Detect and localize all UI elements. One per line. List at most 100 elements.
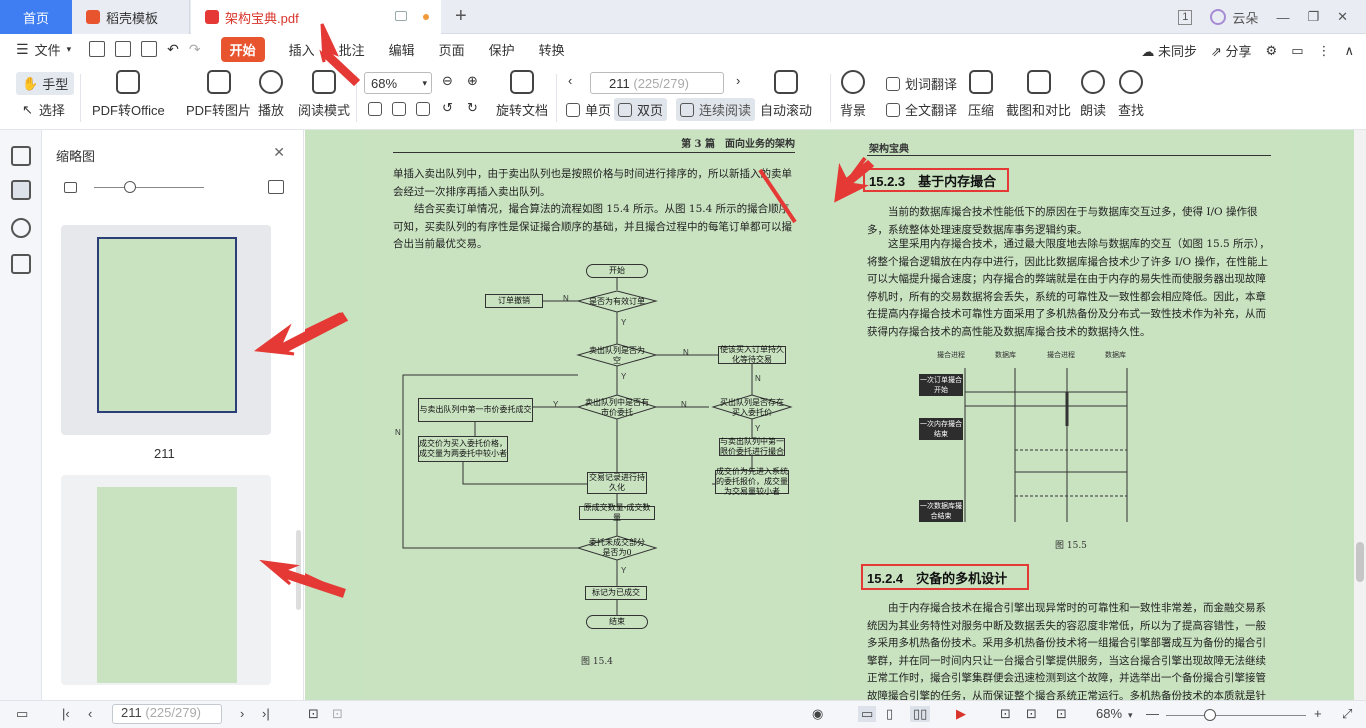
back-icon[interactable]: ⊡ xyxy=(308,706,319,722)
rotate-right-icon[interactable]: ↻ xyxy=(467,100,478,116)
find-button[interactable]: 查找 xyxy=(1118,70,1144,119)
select-tool-button[interactable]: ↖ 选择 xyxy=(22,100,65,119)
background-button[interactable]: 背景 xyxy=(840,70,866,119)
single-page-view-icon[interactable]: ▭ xyxy=(858,706,877,722)
zoom-in-button[interactable]: ⊕ xyxy=(467,73,478,89)
rotate-left-icon[interactable]: ↺ xyxy=(442,100,453,116)
auto-scroll-button[interactable]: 自动滚动 xyxy=(760,70,812,119)
read-mode-button[interactable]: 阅读模式 xyxy=(298,70,350,119)
slider-handle[interactable] xyxy=(124,181,136,193)
small-thumbnail-icon[interactable] xyxy=(64,182,77,193)
tab-active-document[interactable]: 架构宝典.pdf xyxy=(191,0,441,34)
first-page-icon[interactable]: |‹ xyxy=(62,706,70,721)
menu-convert[interactable]: 转换 xyxy=(539,40,565,59)
pdf-to-office-button[interactable]: PDF转Office xyxy=(92,70,165,119)
continuous-read-button[interactable]: 连续阅读 xyxy=(676,98,756,121)
tab-home[interactable]: 首页 xyxy=(0,0,72,34)
new-tab-button[interactable]: + xyxy=(455,4,467,28)
prev-page-button[interactable]: ‹ xyxy=(568,73,572,88)
play-slideshow-icon[interactable]: ▶ xyxy=(956,706,966,722)
menu-page[interactable]: 页面 xyxy=(439,40,465,59)
status-zoom-value[interactable]: 68% xyxy=(1096,706,1122,721)
left-icon-sidebar xyxy=(0,130,42,700)
close-window-icon[interactable]: ✕ xyxy=(1337,9,1348,25)
attachment-icon[interactable] xyxy=(11,218,31,238)
document-view[interactable]: 第 3 篇 面向业务的架构 单插入卖出队列中，由于卖出队列也是按照价格与时间进行… xyxy=(305,130,1354,700)
zoom-slider-handle[interactable] xyxy=(1204,709,1216,721)
single-label: 单页 xyxy=(585,103,612,118)
fit-width-status-icon[interactable]: ⊡ xyxy=(1056,706,1067,722)
thumbnail-page-212[interactable] xyxy=(61,475,271,685)
menu-protect[interactable]: 保护 xyxy=(489,40,515,59)
read-aloud-button[interactable]: 朗读 xyxy=(1080,70,1106,119)
prev-page-icon[interactable]: ‹ xyxy=(88,706,92,721)
signature-icon[interactable] xyxy=(11,254,31,274)
page-input[interactable]: 211 (225/279) xyxy=(590,72,724,94)
actual-size-icon[interactable] xyxy=(368,102,387,116)
tab-template[interactable]: 稻壳模板 xyxy=(72,0,190,34)
zoom-out-button[interactable]: ⊖ xyxy=(442,73,453,89)
more-icon[interactable]: ⋮ xyxy=(1317,43,1330,59)
single-page-button[interactable]: 单页 xyxy=(566,100,611,119)
fit-page-icon[interactable] xyxy=(392,102,411,116)
restore-icon[interactable]: ❐ xyxy=(1307,9,1319,25)
fit-page-status-icon[interactable]: ⊡ xyxy=(1026,706,1037,722)
bookmark-icon[interactable] xyxy=(11,146,31,166)
thumbnail-icon[interactable] xyxy=(11,180,31,200)
sync-status[interactable]: ☁ 未同步 xyxy=(1141,41,1197,60)
book-view-icon[interactable]: ▯▯ xyxy=(910,706,931,722)
menu-file[interactable]: 文件 xyxy=(35,40,61,59)
last-page-icon[interactable]: ›| xyxy=(262,706,270,721)
fit-width-icon[interactable] xyxy=(416,102,435,116)
user-avatar[interactable]: 云朵 xyxy=(1210,8,1258,27)
play-button[interactable]: 播放 xyxy=(258,70,284,119)
minimize-icon[interactable]: — xyxy=(1276,10,1289,25)
menu-edit[interactable]: 编辑 xyxy=(389,40,415,59)
collapse-ribbon-icon[interactable]: ∧ xyxy=(1344,43,1354,59)
compress-button[interactable]: 压缩 xyxy=(968,70,994,119)
undo-icon[interactable]: ↶ xyxy=(167,41,179,58)
hamburger-icon[interactable]: ☰ xyxy=(16,41,29,58)
next-page-icon[interactable]: › xyxy=(240,706,244,721)
redo-icon[interactable]: ↷ xyxy=(189,41,201,58)
thumbnail-size-slider[interactable] xyxy=(94,187,204,188)
large-thumbnail-icon[interactable] xyxy=(268,180,284,194)
zoom-select[interactable]: 68% ▾ xyxy=(364,72,432,94)
full-translate-button[interactable]: 全文翻译 xyxy=(886,100,957,119)
print-icon[interactable] xyxy=(141,41,158,57)
status-page-input[interactable]: 211 (225/279) xyxy=(112,704,222,724)
fullscreen-icon[interactable]: ⤢ xyxy=(1342,706,1352,722)
open-folder-icon[interactable] xyxy=(89,41,106,57)
next-page-button[interactable]: › xyxy=(736,73,740,88)
scroll-thumb[interactable] xyxy=(1356,542,1364,582)
tab-window-icon[interactable] xyxy=(395,11,407,21)
thumbnail-scrollbar[interactable] xyxy=(296,530,301,610)
vertical-scrollbar[interactable] xyxy=(1354,130,1366,700)
hand-tool-button[interactable]: ✋ 手型 xyxy=(16,72,75,95)
zoom-slider[interactable] xyxy=(1166,715,1306,716)
window-count-badge[interactable]: 1 xyxy=(1178,9,1193,25)
word-translate-button[interactable]: 划词翻译 xyxy=(886,74,957,93)
menu-start[interactable]: 开始 xyxy=(220,36,265,62)
feedback-icon[interactable]: ▭ xyxy=(1291,43,1303,59)
double-page-button[interactable]: 双页 xyxy=(614,98,668,121)
actual-size-status-icon[interactable]: ⊡ xyxy=(1000,706,1011,722)
sidebar-toggle-icon[interactable]: ▭ xyxy=(16,706,28,722)
menu-annotate[interactable]: 批注 xyxy=(339,40,365,59)
share-button[interactable]: ⇗ 分享 xyxy=(1211,41,1252,60)
screenshot-compare-button[interactable]: 截图和对比 xyxy=(1006,70,1071,119)
settings-icon[interactable]: ⚙ xyxy=(1266,43,1278,59)
forward-icon[interactable]: ⊡ xyxy=(332,706,343,722)
save-icon[interactable] xyxy=(115,41,132,57)
pdf-file-icon xyxy=(205,10,219,24)
eye-protection-icon[interactable]: ◉ xyxy=(812,706,823,722)
chevron-down-icon[interactable]: ▾ xyxy=(1128,710,1133,721)
zoom-in-status-icon[interactable]: + xyxy=(1314,706,1322,721)
thumbnail-page-211[interactable] xyxy=(61,225,271,435)
close-panel-icon[interactable]: ✕ xyxy=(273,144,285,161)
menu-insert[interactable]: 插入 xyxy=(289,40,315,59)
pdf-to-image-button[interactable]: PDF转图片 xyxy=(186,70,251,119)
rotate-document-button[interactable]: 旋转文档 xyxy=(496,70,548,119)
double-page-view-icon[interactable]: ▯ xyxy=(886,706,893,722)
zoom-out-status-icon[interactable]: — xyxy=(1146,706,1159,721)
